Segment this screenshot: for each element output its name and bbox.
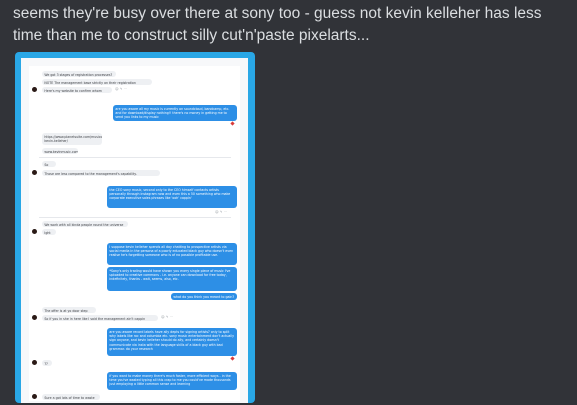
outgoing-message: are you aware record labels have ally de… (107, 328, 237, 356)
incoming-message: We got 3 stages of registration processe… (42, 71, 116, 77)
incoming-message: Ight (42, 229, 56, 235)
avatar (32, 315, 37, 320)
incoming-message: So if you in she in here like I said the… (42, 315, 158, 321)
incoming-message: So (42, 161, 56, 167)
image-attachment[interactable]: We got 3 stages of registration processe… (15, 52, 255, 403)
outgoing-message: what do you think you meant to gain? (171, 293, 237, 300)
reaction-icons[interactable]: 😊 ↰ ⋯ (215, 210, 227, 214)
avatar (32, 170, 37, 175)
outgoing-message: the CEO sony music, second only to the C… (107, 186, 237, 208)
incoming-message: Here's my website to confirm whom you're… (42, 87, 112, 93)
avatar (32, 394, 37, 399)
divider (39, 157, 231, 158)
incoming-message: ?? (42, 360, 52, 366)
incoming-message: We work with all kinda people round the … (42, 221, 128, 227)
outgoing-message: if you want to make money there's much f… (107, 372, 237, 390)
divider (39, 217, 231, 218)
heart-icon (230, 356, 235, 361)
reaction-icons[interactable]: 😊 ↰ ⋯ (115, 87, 127, 91)
outgoing-message: are you aware all my music is currently … (113, 105, 237, 121)
incoming-message: The offer is at yo door step (42, 307, 96, 313)
reaction-icons[interactable]: 😊 ↰ ⋯ (161, 315, 173, 319)
outgoing-message: I suppose kevin kelleher spends all day … (107, 243, 237, 265)
avatar (32, 87, 37, 92)
incoming-message: NOTE The management base strictly on the… (42, 79, 152, 85)
incoming-message: Sure a got lots of time to waste (42, 394, 100, 400)
screenshot-image: We got 3 stages of registration processe… (21, 58, 248, 403)
incoming-message: Those are less compared to the managemen… (42, 170, 160, 176)
message-text: seems they're busy over there at sony to… (13, 5, 542, 44)
chat-page: We got 3 stages of registration processe… (29, 66, 240, 401)
incoming-message: https://www.planetsuite.com/musicofkevin… (42, 133, 102, 145)
incoming-message: www.kevinmusic.com (42, 148, 78, 154)
avatar (32, 229, 37, 234)
outgoing-message: *Sony's only trading would have shown yo… (107, 267, 237, 291)
heart-icon (230, 121, 235, 126)
avatar (32, 360, 37, 365)
